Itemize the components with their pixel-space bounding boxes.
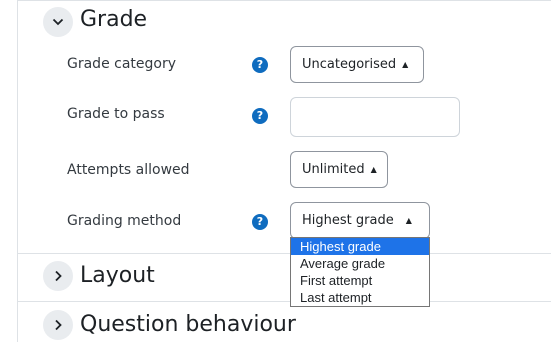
updown-caret-icon: ▲︎ [370,165,377,174]
section-title-grade[interactable]: Grade [80,5,147,35]
attempts-allowed-label: Attempts allowed [67,162,190,178]
dropdown-option-average-grade[interactable]: Average grade [291,255,429,272]
grading-method-dropdown[interactable]: Highest grade Average grade First attemp… [290,237,430,307]
chevron-right-icon [55,319,62,331]
collapse-grade-toggle[interactable] [43,7,73,37]
section-divider [18,301,551,302]
updown-caret-icon: ▲︎ [405,216,412,225]
grade-to-pass-input[interactable] [290,97,460,137]
expand-layout-toggle[interactable] [43,261,73,291]
grading-method-select[interactable]: Highest grade ▲︎ [290,202,430,239]
section-divider [18,253,551,254]
section-title-question-behaviour[interactable]: Question behaviour [80,310,296,340]
help-icon[interactable]: ? [252,57,268,73]
help-icon[interactable]: ? [252,214,268,230]
grade-category-value: Uncategorised [302,57,397,72]
grade-to-pass-label: Grade to pass [67,106,165,122]
help-icon[interactable]: ? [252,108,268,124]
grade-category-select[interactable]: Uncategorised ▲︎ [290,46,424,83]
grading-method-label: Grading method [67,213,182,229]
dropdown-option-first-attempt[interactable]: First attempt [291,272,429,289]
attempts-allowed-select[interactable]: Unlimited ▲︎ [290,151,388,188]
dropdown-option-last-attempt[interactable]: Last attempt [291,289,429,306]
dropdown-option-highest-grade[interactable]: Highest grade [291,238,429,255]
grade-category-label: Grade category [67,56,177,72]
attempts-allowed-value: Unlimited [302,162,365,177]
section-title-layout[interactable]: Layout [80,261,155,291]
expand-question-behaviour-toggle[interactable] [43,310,73,340]
updown-caret-icon: ▲︎ [402,60,409,69]
grading-method-value: Highest grade [302,213,394,228]
chevron-down-icon [52,18,64,26]
chevron-right-icon [55,270,62,282]
quiz-settings-panel: Grade Grade category ? Uncategorised ▲︎ … [17,0,551,342]
